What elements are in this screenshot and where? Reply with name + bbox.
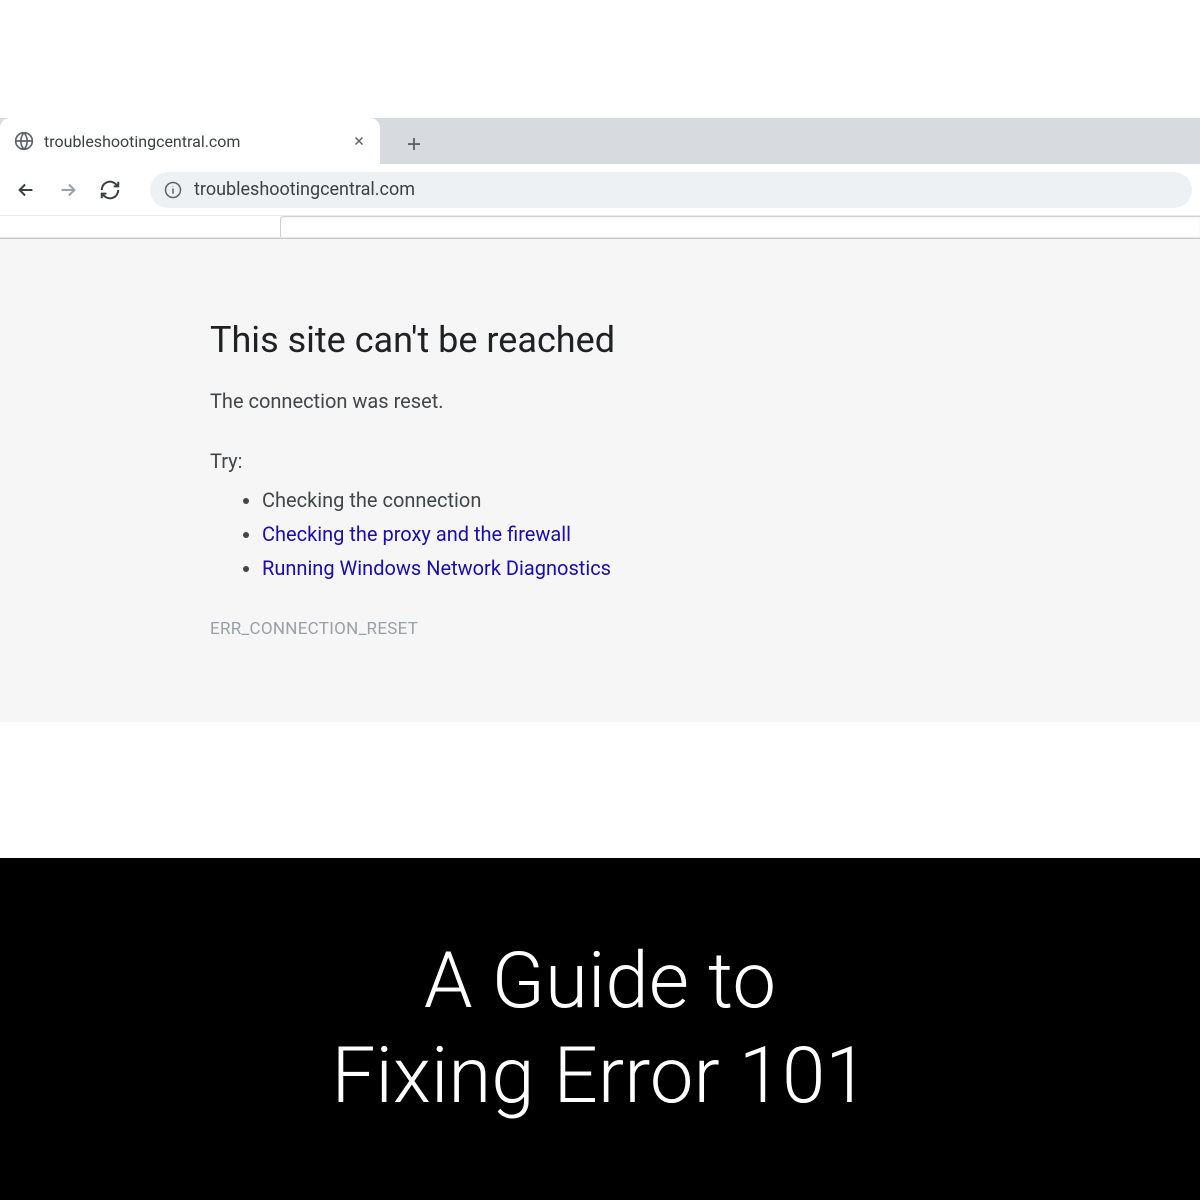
error-page: This site can't be reached The connectio…: [0, 238, 1200, 722]
suggestion-list: Checking the connection Checking the pro…: [210, 483, 1200, 585]
arrow-right-icon: [57, 179, 79, 201]
arrow-left-icon: [15, 179, 37, 201]
address-bar[interactable]: troubleshootingcentral.com: [150, 172, 1192, 208]
plus-icon: [405, 135, 423, 153]
browser-tab[interactable]: troubleshootingcentral.com: [0, 118, 380, 164]
title-banner: A Guide to Fixing Error 101: [0, 858, 1200, 1200]
url-text: troubleshootingcentral.com: [194, 179, 415, 200]
mid-spacer: [0, 722, 1200, 858]
back-button[interactable]: [8, 172, 44, 208]
suggestion-item: Running Windows Network Diagnostics: [262, 551, 1200, 585]
info-icon[interactable]: [164, 181, 182, 199]
forward-button[interactable]: [50, 172, 86, 208]
globe-icon: [14, 131, 34, 151]
new-tab-button[interactable]: [394, 124, 434, 164]
suggestion-item: Checking the proxy and the firewall: [262, 517, 1200, 551]
suggestion-item: Checking the connection: [262, 483, 1200, 517]
suggestion-link-proxy[interactable]: Checking the proxy and the firewall: [262, 522, 571, 546]
browser-toolbar: troubleshootingcentral.com: [0, 164, 1200, 216]
top-spacer: [0, 0, 1200, 118]
reload-button[interactable]: [92, 172, 128, 208]
sub-divider: [0, 216, 1200, 238]
error-subtitle: The connection was reset.: [210, 389, 1200, 413]
suggestion-link-diagnostics[interactable]: Running Windows Network Diagnostics: [262, 556, 611, 580]
tab-title: troubleshootingcentral.com: [44, 132, 342, 151]
banner-line-1: A Guide to: [424, 934, 776, 1029]
suggestion-text: Checking the connection: [262, 488, 481, 512]
close-icon[interactable]: [352, 134, 366, 148]
reload-icon: [99, 179, 121, 201]
tab-strip: troubleshootingcentral.com: [0, 118, 1200, 164]
banner-line-2: Fixing Error 101: [331, 1029, 868, 1124]
try-label: Try:: [210, 449, 1200, 473]
error-title: This site can't be reached: [210, 319, 1200, 361]
error-code: ERR_CONNECTION_RESET: [210, 619, 1200, 639]
